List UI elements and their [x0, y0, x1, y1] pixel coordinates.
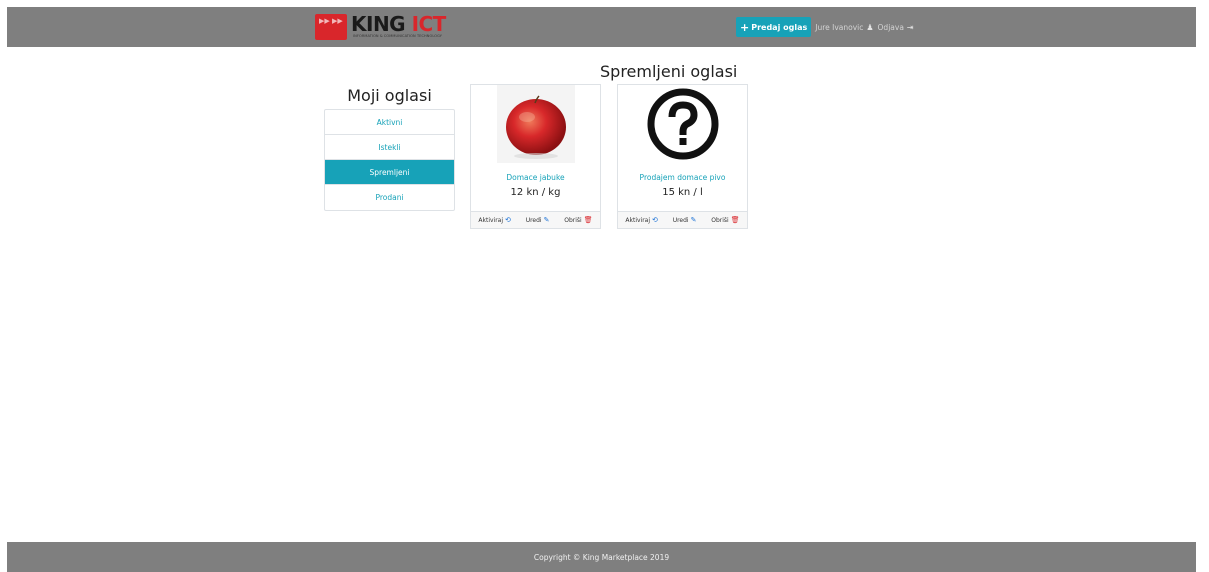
sidebar-title: Moji oglasi [347, 86, 432, 105]
logo-text-ict: ICT [411, 12, 447, 36]
copyright-text: Copyright © King Marketplace 2019 [533, 552, 670, 562]
nav-actions: + Predaj oglas Jure Ivanovic ♟ Odjava ⇥ [736, 17, 914, 37]
sidebar-item-istekli[interactable]: Istekli [325, 135, 454, 160]
logout-link[interactable]: Odjava ⇥ [878, 23, 914, 32]
top-navbar: ▶▶ ▶▶ KING ICT INFORMATION & COMMUNICATI… [7, 7, 1196, 47]
ad-price: 15 kn / l [662, 187, 703, 198]
ad-card: Domace jabuke 12 kn / kg Aktiviraj ⟲ Ure… [470, 84, 601, 229]
sidebar-item-aktivni[interactable]: Aktivni [325, 110, 454, 135]
trash-icon: 🗑 [583, 216, 593, 224]
brand-logo[interactable]: ▶▶ ▶▶ KING ICT INFORMATION & COMMUNICATI… [315, 12, 446, 40]
logo-text: KING ICT [351, 12, 446, 36]
refresh-icon: ⟲ [505, 216, 511, 224]
edit-label: Uredi [672, 216, 689, 224]
ad-title[interactable]: Prodajem domace pivo [618, 173, 747, 182]
page-footer: Copyright © King Marketplace 2019 [7, 542, 1196, 572]
ad-card-actions: Aktiviraj ⟲ Uredi ✎ Obriši 🗑 [471, 211, 600, 228]
ad-title[interactable]: Domace jabuke [471, 173, 600, 182]
ad-card: Prodajem domace pivo 15 kn / l Aktiviraj… [617, 84, 748, 229]
ad-price: 12 kn / kg [510, 187, 561, 198]
delete-label: Obriši [711, 216, 729, 224]
edit-label: Uredi [525, 216, 542, 224]
logout-label: Odjava [877, 22, 904, 32]
activate-button[interactable]: Aktiviraj ⟲ [478, 216, 511, 224]
page-title: Spremljeni oglasi [600, 62, 738, 81]
sign-out-icon: ⇥ [906, 22, 914, 32]
delete-button[interactable]: Obriši 🗑 [711, 216, 739, 224]
logo-tagline: INFORMATION & COMMUNICATION TECHNOLOGY [353, 34, 443, 38]
question-mark-icon[interactable] [644, 85, 722, 163]
sidebar-item-spremljeni[interactable]: Spremljeni [325, 160, 454, 185]
apple-photo[interactable] [497, 85, 575, 163]
logo-mark-icon: ▶▶ ▶▶ [315, 14, 347, 40]
pencil-icon: ✎ [690, 216, 697, 224]
edit-button[interactable]: Uredi ✎ [673, 216, 697, 224]
user-name: Jure Ivanovic [815, 22, 864, 32]
plus-icon: + [740, 20, 750, 34]
trash-icon: 🗑 [730, 216, 740, 224]
post-ad-label: Predaj oglas [751, 22, 808, 32]
user-profile-link[interactable]: Jure Ivanovic ♟ [815, 23, 873, 32]
activate-button[interactable]: Aktiviraj ⟲ [625, 216, 658, 224]
post-ad-button[interactable]: + Predaj oglas [736, 17, 812, 37]
activate-label: Aktiviraj [478, 216, 504, 224]
refresh-icon: ⟲ [652, 216, 658, 224]
user-icon: ♟ [866, 22, 874, 32]
pencil-icon: ✎ [543, 216, 550, 224]
edit-button[interactable]: Uredi ✎ [526, 216, 550, 224]
ad-card-actions: Aktiviraj ⟲ Uredi ✎ Obriši 🗑 [618, 211, 747, 228]
delete-label: Obriši [564, 216, 582, 224]
sidebar-item-prodani[interactable]: Prodani [325, 185, 454, 210]
logo-text-king: KING [351, 12, 406, 36]
activate-label: Aktiviraj [625, 216, 651, 224]
delete-button[interactable]: Obriši 🗑 [564, 216, 592, 224]
sidebar-menu: Aktivni Istekli Spremljeni Prodani [324, 109, 455, 211]
